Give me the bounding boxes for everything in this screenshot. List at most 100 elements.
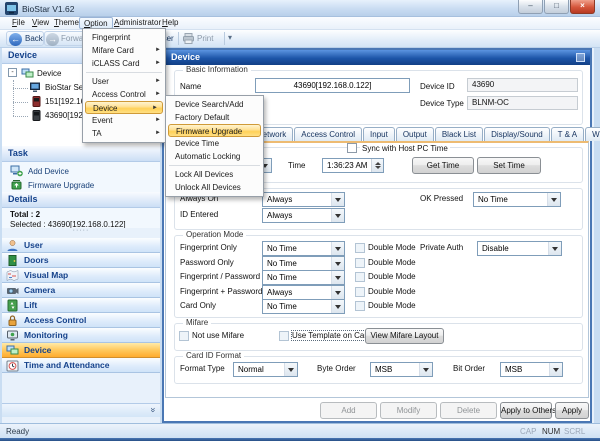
maximize-button[interactable]: □ [544, 0, 569, 14]
fingerprint-password-label: Fingerprint / Password [180, 272, 260, 281]
tree-connector [13, 102, 28, 103]
menu-item-iclass-card[interactable]: iCLASS Card► [83, 57, 165, 70]
apply-button[interactable]: Apply [555, 402, 589, 419]
private-auth-select[interactable]: Disable [477, 241, 562, 256]
panel-window-icon[interactable] [576, 53, 585, 62]
print-button[interactable]: Print [197, 34, 213, 43]
chevron-right-icon: ► [155, 127, 161, 140]
submenu-item-automatic-locking[interactable]: Automatic Locking [166, 150, 263, 163]
double-mode-checkbox-3[interactable] [355, 272, 365, 282]
tab-input[interactable]: Input [363, 127, 395, 141]
sidebar-item-user[interactable]: User [2, 238, 160, 253]
chevron-down-icon [284, 363, 297, 376]
modify-button[interactable]: Modify [380, 402, 437, 419]
tab-black-list[interactable]: Black List [435, 127, 483, 141]
delete-button[interactable]: Delete [440, 402, 497, 419]
device-dark-icon [30, 109, 42, 124]
toolbar-separator2 [224, 32, 225, 45]
tree-expander[interactable]: - [8, 68, 17, 77]
app-window: BioStar V1.62 – □ × File View Theme Opti… [0, 0, 600, 441]
byte-order-label: Byte Order [317, 364, 356, 373]
menu-theme[interactable]: Theme [50, 17, 83, 29]
spinner-arrows-icon[interactable] [371, 159, 383, 172]
ok-pressed-select[interactable]: No Time [473, 192, 561, 207]
time-spinner[interactable]: 1:36:23 AM [322, 158, 384, 173]
sync-host-pc-checkbox[interactable] [347, 143, 357, 153]
always-on-select[interactable]: Always [262, 192, 345, 207]
submenu-item-lock-all-devices[interactable]: Lock All Devices [166, 168, 263, 181]
card-only-select[interactable]: No Time [262, 299, 345, 314]
apply-to-others-button[interactable]: Apply to Others [500, 402, 552, 419]
menu-item-device[interactable]: Device► [85, 101, 163, 114]
fingerprint-only-select[interactable]: No Time [262, 241, 345, 256]
double-mode-checkbox-5[interactable] [355, 301, 365, 311]
minimize-button[interactable]: – [518, 0, 543, 14]
sidebar-splitter[interactable]: ····· [2, 228, 160, 236]
tab-wiegand[interactable]: Wiegand [585, 127, 600, 141]
task-firmware-upgrade[interactable]: Firmware Upgrade [28, 181, 94, 190]
fingerprint-plus-password-select[interactable]: Always [262, 285, 345, 300]
sidebar-item-visual-map[interactable]: Visual Map [2, 268, 160, 283]
menu-item-fingerprint[interactable]: Fingerprint [83, 31, 165, 44]
sidebar-item-monitoring[interactable]: Monitoring [2, 328, 160, 343]
close-button[interactable]: × [570, 0, 595, 14]
window-title: BioStar V1.62 [22, 4, 74, 14]
chevron-down-icon [331, 257, 344, 270]
format-type-select[interactable]: Normal [233, 362, 298, 377]
sidebar-configure-chevron[interactable]: » [148, 407, 158, 412]
option-menu-popup: Fingerprint Mifare Card► iCLASS Card► Us… [82, 28, 166, 143]
id-entered-select[interactable]: Always [262, 208, 345, 223]
tab-display-sound[interactable]: Display/Sound [484, 127, 550, 141]
add-button[interactable]: Add [320, 402, 377, 419]
submenu-item-firmware-upgrade[interactable]: Firmware Upgrade [168, 124, 261, 137]
name-input[interactable]: 43690[192.168.0.122] [255, 78, 410, 93]
lock-icon [6, 314, 19, 327]
view-mifare-layout-button[interactable]: View Mifare Layout [365, 328, 444, 344]
operation-mode-legend: Operation Mode [183, 230, 246, 239]
menu-item-user[interactable]: User► [83, 75, 165, 88]
password-only-select[interactable]: No Time [262, 256, 345, 271]
chevron-down-icon [331, 242, 344, 255]
app-icon [5, 2, 18, 17]
double-mode-checkbox-1[interactable] [355, 243, 365, 253]
bit-order-label: Bit Order [453, 364, 485, 373]
fingerprint-password-select[interactable]: No Time [262, 270, 345, 285]
sidebar-item-lift[interactable]: Lift [2, 298, 160, 313]
tree-item-root[interactable]: Device [37, 69, 61, 78]
map-icon [6, 269, 19, 282]
tab-access-control[interactable]: Access Control [294, 127, 362, 141]
submenu-item-factory-default[interactable]: Factory Default [166, 111, 263, 124]
lift-icon [6, 299, 19, 312]
door-icon [6, 254, 19, 267]
get-time-button[interactable]: Get Time [412, 157, 474, 174]
tree-connector [13, 80, 14, 116]
sidebar-item-time-attendance[interactable]: Time and Attendance [2, 358, 160, 373]
toolbar-overflow-button[interactable]: ▾ [228, 33, 232, 42]
chevron-down-icon [331, 286, 344, 299]
sidebar-item-device[interactable]: Device [2, 343, 160, 358]
tab-t-and-a[interactable]: T & A [551, 127, 584, 141]
back-icon: ← [9, 33, 22, 46]
byte-order-select[interactable]: MSB [370, 362, 433, 377]
tab-output[interactable]: Output [396, 127, 434, 141]
menu-item-access-control[interactable]: Access Control► [83, 88, 165, 101]
sidebar-item-doors[interactable]: Doors [2, 253, 160, 268]
use-template-checkbox[interactable] [279, 331, 289, 341]
double-mode-checkbox-4[interactable] [355, 287, 365, 297]
sidebar-item-camera[interactable]: Camera [2, 283, 160, 298]
menu-item-event[interactable]: Event► [83, 114, 165, 127]
menu-file[interactable]: File [8, 17, 29, 29]
task-add-device[interactable]: Add Device [28, 167, 69, 176]
menu-item-ta[interactable]: TA► [83, 127, 165, 140]
double-mode-checkbox-2[interactable] [355, 258, 365, 268]
submenu-item-unlock-all-devices[interactable]: Unlock All Devices [166, 181, 263, 194]
not-use-mifare-checkbox[interactable] [179, 331, 189, 341]
bit-order-select[interactable]: MSB [500, 362, 563, 377]
sidebar-item-access-control[interactable]: Access Control [2, 313, 160, 328]
menu-item-mifare-card[interactable]: Mifare Card► [83, 44, 165, 57]
submenu-item-device-search-add[interactable]: Device Search/Add [166, 98, 263, 111]
set-time-button[interactable]: Set Time [477, 157, 541, 174]
frame-right [594, 48, 600, 423]
chevron-right-icon: ► [155, 44, 161, 57]
submenu-item-device-time[interactable]: Device Time [166, 137, 263, 150]
